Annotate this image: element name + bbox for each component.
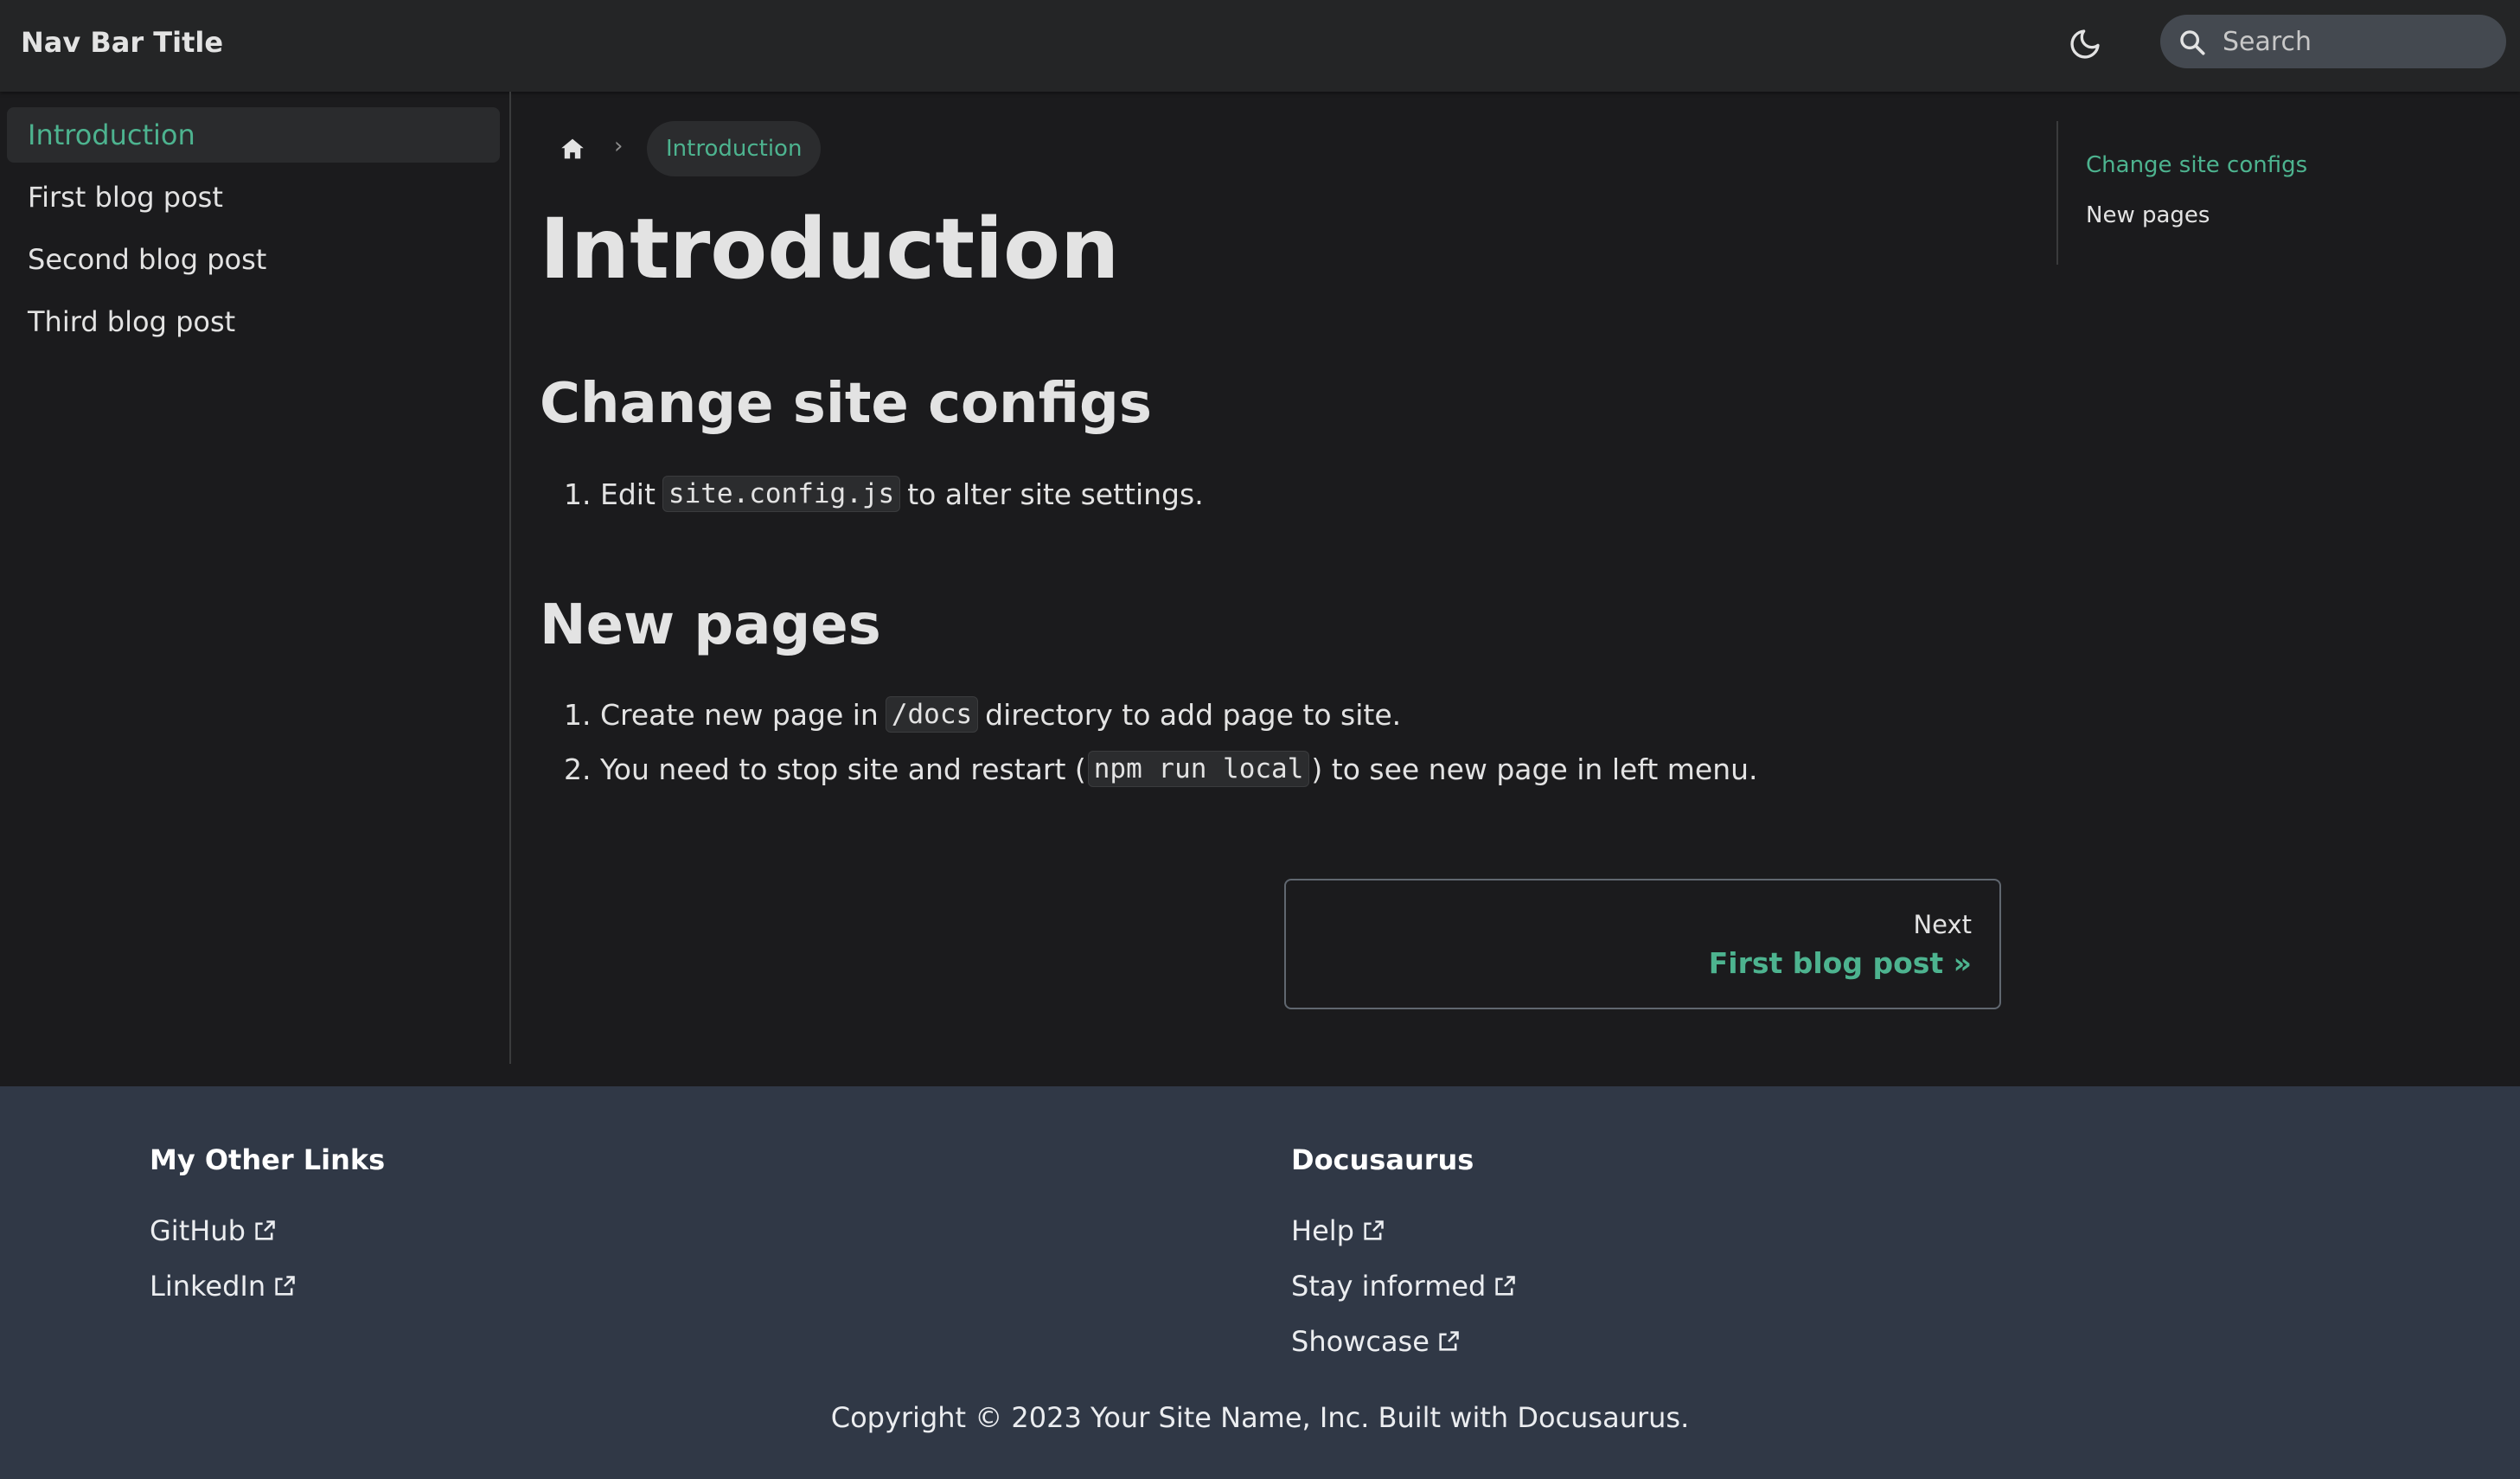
list-text: directory to add page to site. <box>985 697 1402 732</box>
pagination-label: First blog post » <box>1708 946 1972 980</box>
sidebar-item-second-blog-post[interactable]: Second blog post <box>7 232 500 287</box>
footer-link-label: Stay informed <box>1291 1270 1487 1303</box>
sidebar-item-introduction[interactable]: Introduction <box>7 107 500 163</box>
footer-link-github[interactable]: GitHub <box>150 1214 277 1247</box>
list-item: 2. You need to stop site and restart ( n… <box>564 751 1758 787</box>
list-number: 2. <box>564 752 592 786</box>
list-number: 1. <box>564 697 592 732</box>
search-box[interactable] <box>2160 15 2506 68</box>
nav-bar-title[interactable]: Nav Bar Title <box>21 26 223 59</box>
external-link-icon <box>1495 1276 1516 1296</box>
inline-code: /docs <box>885 696 979 733</box>
list-number: 1. <box>564 477 592 511</box>
list-item: 1. Edit site.config.js to alter site set… <box>564 476 1204 512</box>
copyright-text: Copyright © 2023 Your Site Name, Inc. Bu… <box>830 1401 1690 1434</box>
home-icon <box>561 138 584 159</box>
footer-link-linkedin[interactable]: LinkedIn <box>150 1270 297 1303</box>
toc-link-new-pages[interactable]: New pages <box>2086 202 2210 228</box>
footer-link-label: GitHub <box>150 1214 246 1247</box>
search-icon <box>2180 30 2205 55</box>
inline-code: npm run local <box>1087 751 1310 787</box>
footer-column-title: My Other Links <box>150 1143 386 1176</box>
moon-icon <box>2070 29 2100 59</box>
external-link-icon <box>1364 1220 1384 1240</box>
list-text: ) to see new page in left menu. <box>1311 752 1758 786</box>
footer-link-label: LinkedIn <box>150 1270 266 1303</box>
external-link-icon <box>1439 1331 1459 1351</box>
navbar: Nav Bar Title <box>0 0 2520 92</box>
breadcrumb-current: Introduction <box>647 121 822 176</box>
list-text: You need to stop site and restart ( <box>600 752 1086 786</box>
page-title: Introduction <box>540 201 1120 298</box>
list-text: to alter site settings. <box>907 477 1204 511</box>
external-link-icon <box>275 1276 295 1296</box>
footer-link-showcase[interactable]: Showcase <box>1291 1325 1461 1358</box>
table-of-contents: Change site configs New pages <box>2056 121 2351 265</box>
breadcrumb-separator-icon: › <box>614 133 624 159</box>
footer-link-stay-informed[interactable]: Stay informed <box>1291 1270 1517 1303</box>
breadcrumb-home-link[interactable] <box>553 130 592 168</box>
section-heading-change-site-configs[interactable]: Change site configs <box>540 372 1152 436</box>
sidebar-item-third-blog-post[interactable]: Third blog post <box>7 294 500 349</box>
pagination-next-button[interactable]: Next First blog post » <box>1284 879 2001 1009</box>
inline-code: site.config.js <box>662 476 901 512</box>
toc-link-change-site-configs[interactable]: Change site configs <box>2086 152 2307 178</box>
theme-toggle-button[interactable] <box>2063 22 2107 67</box>
footer-column-title: Docusaurus <box>1291 1143 1474 1176</box>
list-text: Create new page in <box>600 697 879 732</box>
search-input[interactable] <box>2223 15 2491 68</box>
external-link-icon <box>255 1220 275 1240</box>
sidebar-item-first-blog-post[interactable]: First blog post <box>7 170 500 225</box>
footer-link-label: Showcase <box>1291 1325 1429 1358</box>
docs-sidebar: Introduction First blog post Second blog… <box>0 92 511 1064</box>
footer-link-label: Help <box>1291 1214 1354 1247</box>
pagination-sublabel: Next <box>1913 910 1972 939</box>
section-heading-new-pages[interactable]: New pages <box>540 593 881 657</box>
list-item: 1. Create new page in /docs directory to… <box>564 696 1401 733</box>
list-text: Edit <box>600 477 656 511</box>
footer-link-help[interactable]: Help <box>1291 1214 1385 1247</box>
